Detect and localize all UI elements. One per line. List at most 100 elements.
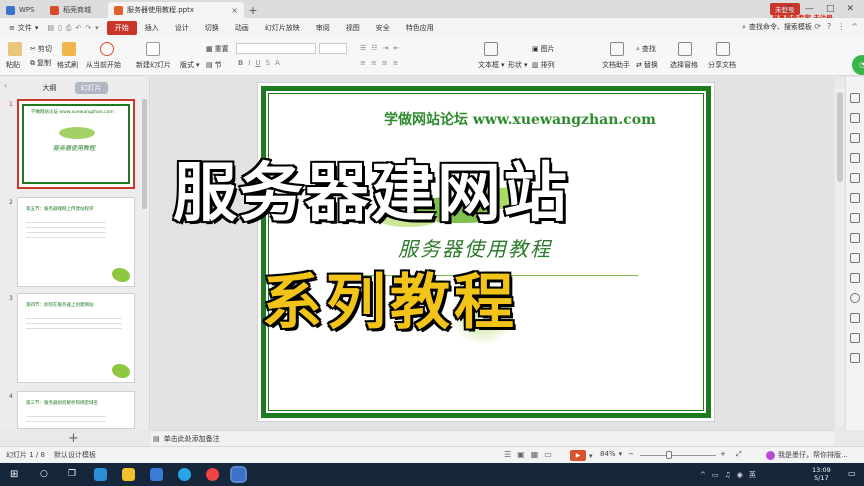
select-pane-button[interactable]: 选择窗格	[670, 60, 698, 70]
help-icon[interactable]: ?	[827, 22, 831, 31]
copy-button[interactable]: ⧉ 复制	[30, 58, 51, 68]
sidebar-tool-icon[interactable]	[850, 353, 860, 363]
sidebar-tool-icon[interactable]	[850, 253, 860, 263]
paste-button[interactable]: 粘贴	[6, 60, 20, 70]
slide-thumbnail-1[interactable]: 学做网站论坛 www.xuewangzhan.com 服务器使用教程	[17, 99, 135, 189]
chrome-icon[interactable]	[206, 468, 219, 481]
justify-icon[interactable]: ≡	[393, 59, 399, 67]
share-doc-button[interactable]: 分享文档	[708, 60, 736, 70]
textbox-button[interactable]: 文本框 ▾	[478, 60, 505, 70]
zoom-in-icon[interactable]: +	[720, 450, 726, 458]
numbering-icon[interactable]: ☷	[371, 44, 377, 52]
close-icon[interactable]: ✕	[846, 4, 854, 14]
tab-design[interactable]: 设计	[167, 21, 197, 35]
sidebar-tool-icon[interactable]	[850, 333, 860, 343]
slide-sorter-icon[interactable]: ▦	[531, 450, 539, 459]
tab-store[interactable]: 稻壳商城	[44, 2, 108, 18]
tab-document[interactable]: 服务器使用教程.pptx ×	[108, 2, 244, 18]
sidebar-tool-icon[interactable]	[850, 93, 860, 103]
sidebar-tool-icon[interactable]	[850, 133, 860, 143]
tab-insert[interactable]: 插入	[137, 21, 167, 35]
sidebar-tool-icon[interactable]	[850, 173, 860, 183]
clock[interactable]: 13:09 5/17	[812, 466, 831, 482]
bullets-icon[interactable]: ☰	[360, 44, 366, 52]
play-from-current-icon[interactable]	[100, 42, 114, 56]
align-left-icon[interactable]: ≡	[360, 59, 366, 67]
doc-helper-button[interactable]: 文档助手	[602, 60, 630, 70]
task-view-icon[interactable]: ❐	[68, 469, 76, 479]
zoom-out-icon[interactable]: −	[628, 450, 634, 458]
canvas-scrollbar[interactable]	[836, 86, 844, 426]
windows-start-icon[interactable]: ⊞	[10, 469, 18, 480]
command-search[interactable]: ⌕ 查找命令、搜索模板	[742, 22, 812, 32]
sidebar-tool-icon[interactable]	[850, 313, 860, 323]
sidebar-tool-icon[interactable]	[850, 293, 860, 303]
file-explorer-icon[interactable]	[122, 468, 135, 481]
slide-thumbnail-4[interactable]: 第三节：服务器如何解析和绑定域名	[17, 391, 135, 429]
more-icon[interactable]: ⋮	[837, 22, 845, 31]
align-right-icon[interactable]: ≡	[382, 59, 388, 67]
new-tab-button[interactable]: +	[244, 2, 262, 18]
strikethrough-icon[interactable]: S	[266, 59, 270, 67]
edge-icon[interactable]	[94, 468, 107, 481]
share-icon[interactable]	[716, 42, 730, 56]
notifications-icon[interactable]: ▭	[848, 469, 856, 478]
wps-taskbar-icon[interactable]	[230, 466, 247, 483]
new-slide-button[interactable]: 新建幻灯片	[136, 60, 171, 70]
browser-icon[interactable]	[178, 468, 191, 481]
picture-button[interactable]: ▣ 图片	[532, 44, 555, 54]
indent-icon[interactable]: ⇥	[383, 44, 389, 52]
outdent-icon[interactable]: ⇤	[393, 44, 399, 52]
normal-view-icon[interactable]: ▣	[517, 450, 525, 459]
store-icon[interactable]	[150, 468, 163, 481]
zoom-level[interactable]: 84% ▾	[600, 450, 622, 458]
slide-thumbnail-3[interactable]: 第四节：如何在服务器上创建网站	[17, 293, 135, 383]
underline-icon[interactable]: U	[255, 59, 260, 67]
assistant-tip[interactable]: 我是墨仔，帮你排版...	[766, 450, 848, 460]
arrange-button[interactable]: ▥ 排列	[532, 60, 555, 70]
slide[interactable]: 学做网站论坛 www.xuewangzhan.com 服务器使用教程	[257, 82, 715, 422]
paste-icon[interactable]	[8, 42, 22, 56]
new-slide-icon[interactable]	[146, 42, 160, 56]
tab-home[interactable]: 开始	[106, 21, 137, 35]
italic-icon[interactable]: I	[248, 59, 250, 67]
tab-slideshow[interactable]: 幻灯片放映	[257, 21, 308, 35]
select-pane-icon[interactable]	[678, 42, 692, 56]
font-name-field[interactable]	[236, 43, 316, 54]
tab-security[interactable]: 安全	[368, 21, 398, 35]
sidebar-tool-icon[interactable]	[850, 213, 860, 223]
format-painter-button[interactable]: 格式刷	[57, 60, 78, 70]
slide-thumbnail-2[interactable]: 第五节：服务器端网上传建站程序	[17, 197, 135, 287]
comments-icon[interactable]: ☰	[504, 450, 511, 459]
fit-window-icon[interactable]: ⤢	[736, 450, 742, 459]
thumbnail-scrollbar[interactable]	[142, 99, 147, 209]
zoom-slider[interactable]	[640, 455, 716, 456]
tab-view[interactable]: 视图	[338, 21, 368, 35]
slideshow-button[interactable]: ▶ ▾	[570, 450, 593, 461]
font-size-field[interactable]	[319, 43, 347, 54]
align-center-icon[interactable]: ≡	[371, 59, 377, 67]
find-button[interactable]: ⌕ 查找	[636, 44, 656, 54]
tab-wps[interactable]: WPS	[0, 2, 44, 18]
reading-view-icon[interactable]: ▭	[544, 450, 552, 459]
sidebar-tool-icon[interactable]	[850, 113, 860, 123]
from-current-button[interactable]: 从当前开始	[86, 60, 121, 70]
sidebar-tool-icon[interactable]	[850, 233, 860, 243]
tab-outline[interactable]: 大纲	[43, 83, 57, 93]
add-slide-button[interactable]: +	[68, 431, 79, 446]
section-button[interactable]: ▤ 节	[206, 60, 222, 70]
scrollbar-thumb[interactable]	[837, 92, 843, 182]
collapse-ribbon-icon[interactable]: ^	[851, 22, 858, 31]
reset-button[interactable]: ▦ 重置	[206, 44, 229, 54]
sidebar-tool-icon[interactable]	[850, 153, 860, 163]
notes-bar[interactable]: ▤ 单击此处添加备注	[151, 430, 834, 446]
format-painter-icon[interactable]	[62, 42, 76, 56]
restore-icon[interactable]: ▢	[784, 4, 793, 14]
tab-slides[interactable]: 幻灯片	[74, 82, 108, 94]
tab-animation[interactable]: 动画	[227, 21, 257, 35]
textbox-icon[interactable]	[484, 42, 498, 56]
tab-review[interactable]: 审阅	[308, 21, 338, 35]
sync-icon[interactable]: ⟳	[814, 22, 821, 31]
sidebar-tool-icon[interactable]	[850, 193, 860, 203]
sidebar-tool-icon[interactable]	[850, 273, 860, 283]
